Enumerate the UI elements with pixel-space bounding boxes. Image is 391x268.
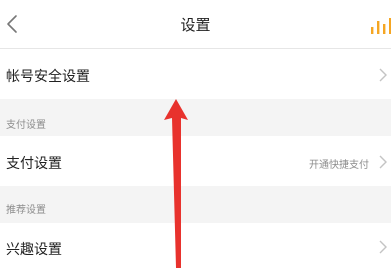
signal-bars-icon xyxy=(371,18,391,34)
interest-settings-row[interactable]: 兴趣设置 xyxy=(0,223,391,268)
signal-button[interactable] xyxy=(369,15,391,35)
recommend-section-header: 推荐设置 xyxy=(0,187,391,223)
payment-section-label: 支付设置 xyxy=(6,120,46,131)
nav-bar: 设置 xyxy=(0,0,391,49)
page-title: 设置 xyxy=(180,16,211,34)
chevron-right-icon xyxy=(379,240,387,254)
interest-settings-label: 兴趣设置 xyxy=(6,242,62,258)
payment-settings-row[interactable]: 支付设置 开通快捷支付 xyxy=(0,136,391,186)
account-security-label: 帐号安全设置 xyxy=(6,69,90,85)
account-security-row[interactable]: 帐号安全设置 xyxy=(0,49,391,99)
chevron-right-icon xyxy=(379,155,387,169)
payment-settings-label: 支付设置 xyxy=(6,156,62,172)
chevron-right-icon xyxy=(379,68,387,82)
payment-section-header: 支付设置 xyxy=(0,100,391,136)
quick-pay-status: 开通快捷支付 xyxy=(309,160,369,171)
recommend-section-label: 推荐设置 xyxy=(6,205,46,216)
